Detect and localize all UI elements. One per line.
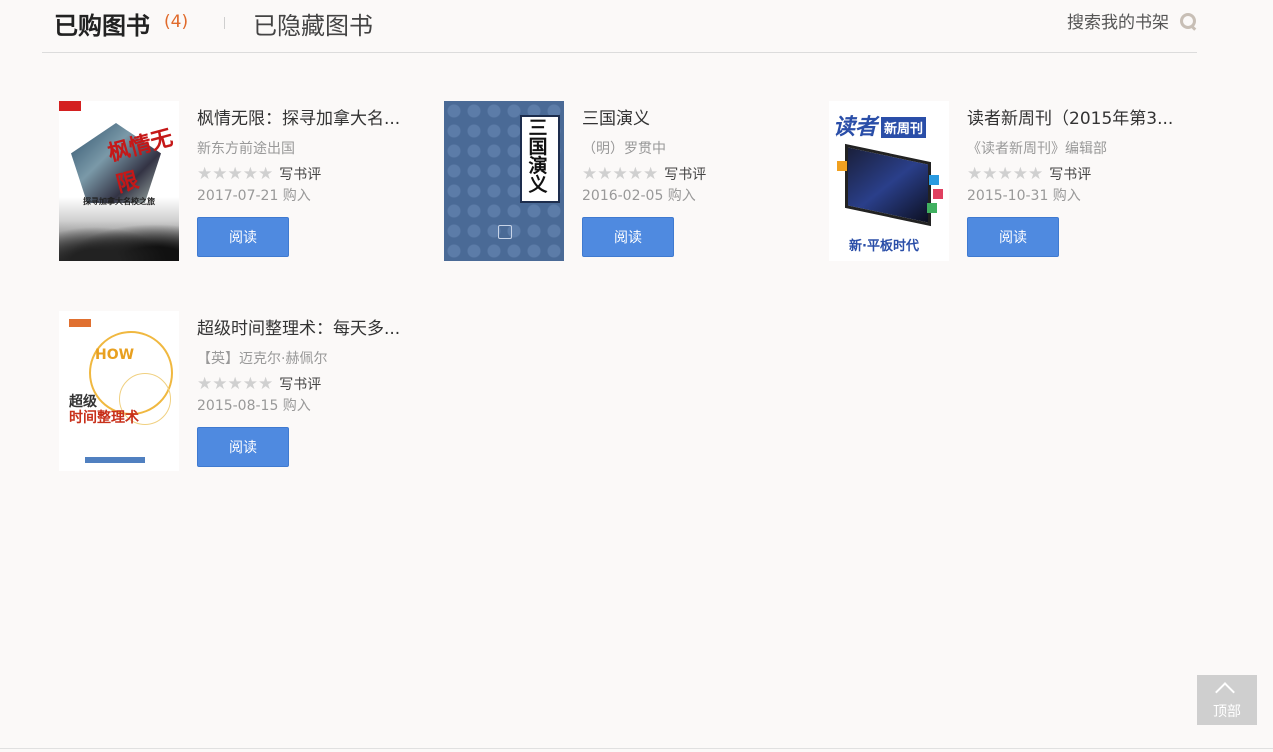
book-title[interactable]: 三国演义 bbox=[582, 107, 802, 131]
read-button[interactable]: 阅读 bbox=[197, 427, 289, 467]
write-review-link[interactable]: 写书评 bbox=[279, 164, 321, 184]
search-shelf-label: 搜索我的书架 bbox=[1067, 13, 1169, 33]
back-to-top-button[interactable]: 顶部 bbox=[1197, 675, 1257, 725]
purchase-date: 2015-10-31 购入 bbox=[967, 188, 1081, 204]
purchased-count-badge: (4) bbox=[164, 12, 189, 32]
book-author: 【英】迈克尔·赫佩尔 bbox=[197, 351, 328, 367]
book-card: 枫情无限 探寻加拿大名校之旅 枫情无限：探寻加拿大名... 新东方前途出国 ★★… bbox=[59, 101, 419, 261]
book-card: HOW 超级 时间整理术 超级时间整理术：每天多... 【英】迈克尔·赫佩尔 ★… bbox=[59, 311, 419, 471]
purchase-date: 2015-08-15 购入 bbox=[197, 398, 311, 414]
cover-art-subtitle: 探寻加拿大名校之旅 bbox=[83, 197, 155, 206]
book-cover[interactable]: HOW 超级 时间整理术 bbox=[59, 311, 179, 471]
book-title[interactable]: 超级时间整理术：每天多... bbox=[197, 317, 417, 341]
book-title[interactable]: 枫情无限：探寻加拿大名... bbox=[197, 107, 417, 131]
footer-divider bbox=[0, 748, 1273, 749]
tab-purchased-books[interactable]: 已购图书 bbox=[54, 6, 150, 41]
chevron-up-icon bbox=[1215, 682, 1235, 702]
book-cover[interactable]: 枫情无限 探寻加拿大名校之旅 bbox=[59, 101, 179, 261]
cover-art-title: 读者 bbox=[833, 114, 878, 140]
purchase-date: 2017-07-21 购入 bbox=[197, 188, 311, 204]
read-button[interactable]: 阅读 bbox=[582, 217, 674, 257]
write-review-link[interactable]: 写书评 bbox=[664, 164, 706, 184]
write-review-link[interactable]: 写书评 bbox=[1049, 164, 1091, 184]
bookshelf-page: 已购图书 (4) 已隐藏图书 搜索我的书架 枫情无限 探寻加拿大名校之旅 枫情无… bbox=[0, 0, 1273, 752]
write-review-link[interactable]: 写书评 bbox=[279, 374, 321, 394]
book-cover[interactable]: 读者 新周刊 新·平板时代 bbox=[829, 101, 949, 261]
book-card: 读者 新周刊 新·平板时代 读者新周刊（2015年第3... 《读者新周刊》编辑… bbox=[829, 101, 1189, 261]
cover-art-top: HOW bbox=[95, 347, 135, 363]
tab-divider bbox=[224, 17, 225, 29]
rating-stars[interactable]: ★★★★★ bbox=[197, 165, 273, 183]
cover-art-bottom: 新·平板时代 bbox=[849, 239, 919, 254]
cover-art-badge: 新周刊 bbox=[881, 117, 927, 138]
book-author: 新东方前途出国 bbox=[197, 141, 295, 157]
rating-stars[interactable]: ★★★★★ bbox=[967, 165, 1043, 183]
search-icon[interactable] bbox=[1179, 12, 1197, 31]
book-cover[interactable]: 三国演义 bbox=[444, 101, 564, 261]
cover-art-title: 三国演义 bbox=[528, 117, 548, 196]
tab-hidden-books[interactable]: 已隐藏图书 bbox=[253, 6, 373, 41]
book-card: 三国演义 三国演义 （明）罗贯中 ★★★★★ 写书评 2016-02-05 购入… bbox=[444, 101, 804, 261]
book-title[interactable]: 读者新周刊（2015年第3... bbox=[967, 107, 1187, 131]
purchase-date: 2016-02-05 购入 bbox=[582, 188, 696, 204]
rating-stars[interactable]: ★★★★★ bbox=[582, 165, 658, 183]
back-to-top-label: 顶部 bbox=[1213, 704, 1241, 720]
book-author: 《读者新周刊》编辑部 bbox=[967, 141, 1107, 157]
rating-stars[interactable]: ★★★★★ bbox=[197, 375, 273, 393]
bookshelf-tabs: 已购图书 (4) 已隐藏图书 搜索我的书架 bbox=[42, 0, 1197, 53]
read-button[interactable]: 阅读 bbox=[197, 217, 289, 257]
read-button[interactable]: 阅读 bbox=[967, 217, 1059, 257]
cover-art-line2: 时间整理术 bbox=[69, 410, 139, 426]
search-shelf-link[interactable]: 搜索我的书架 bbox=[1067, 8, 1197, 33]
book-author: （明）罗贯中 bbox=[582, 141, 666, 157]
